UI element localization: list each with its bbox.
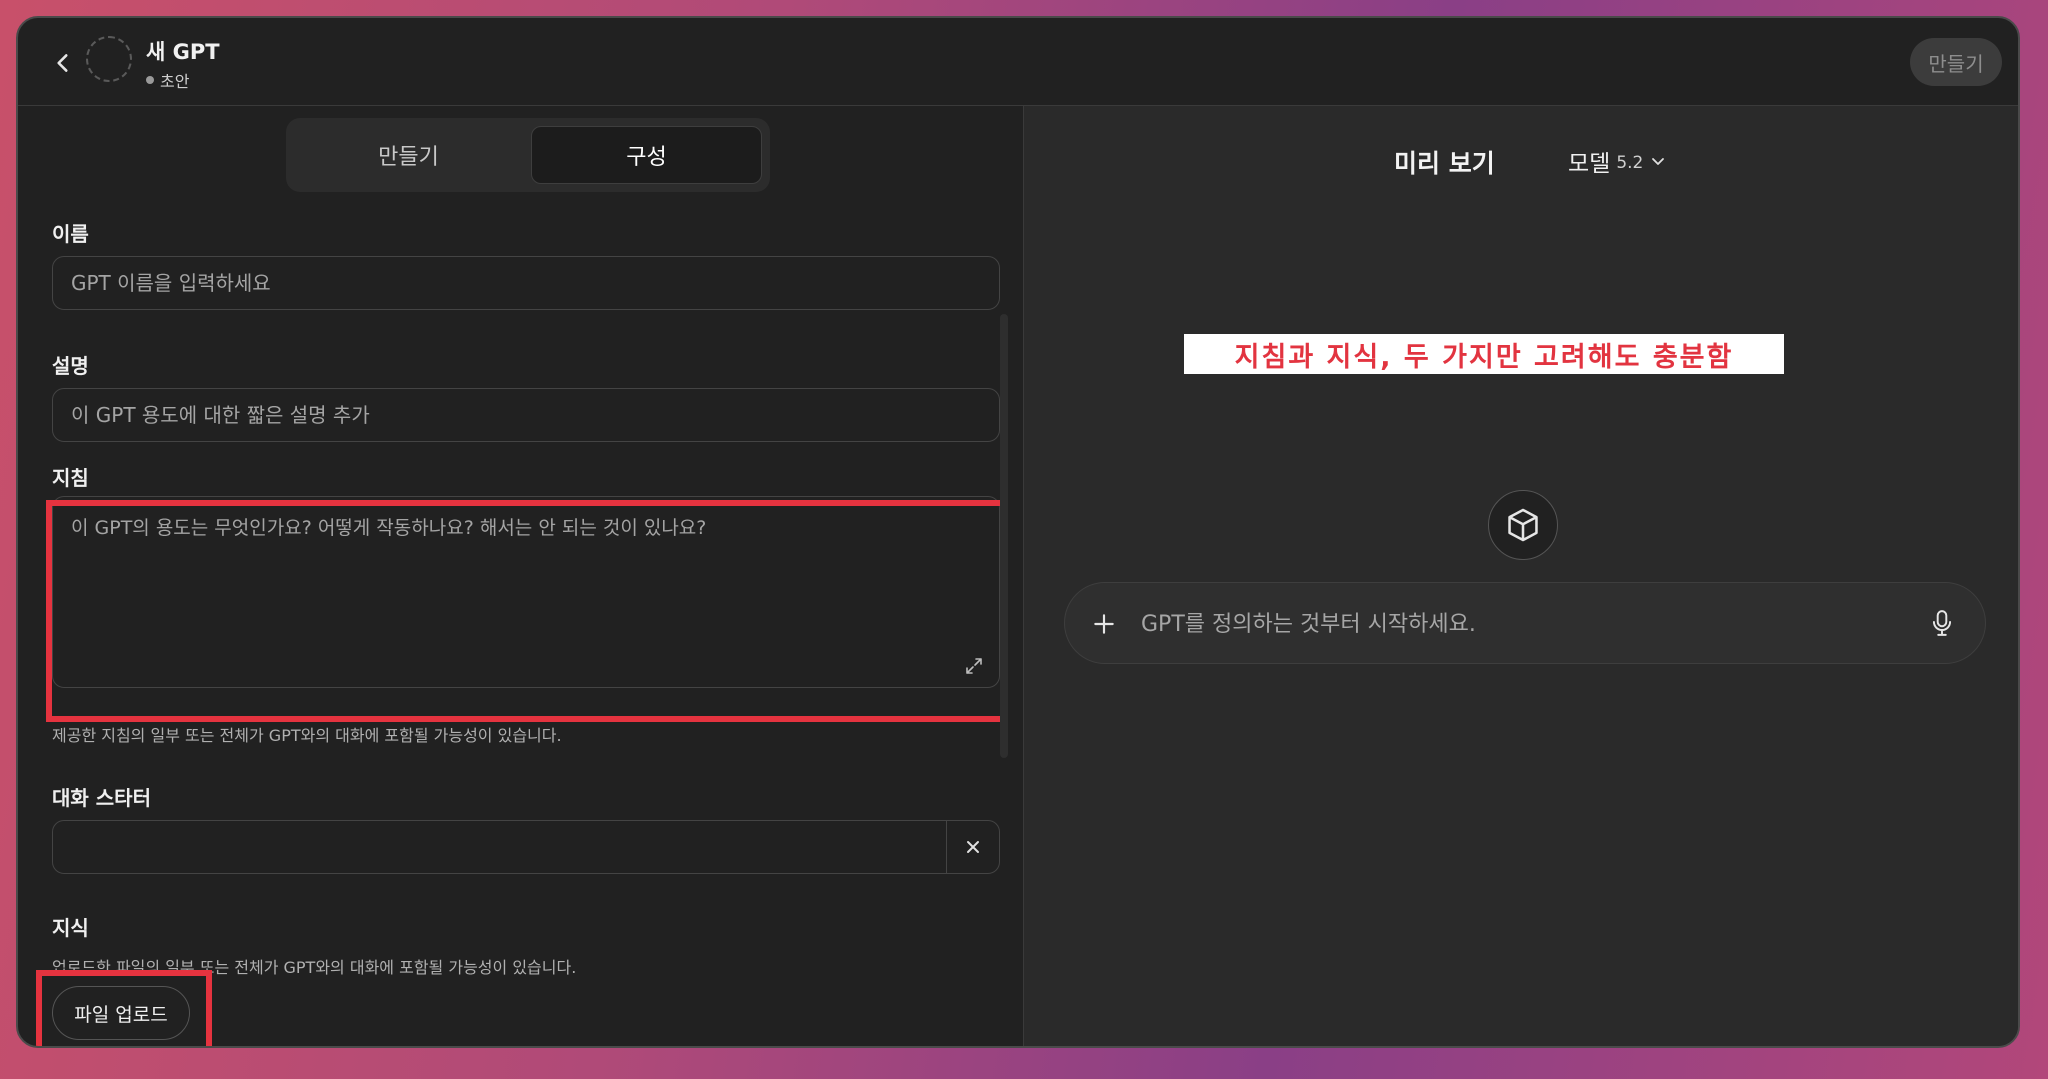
preview-title: 미리 보기 <box>1394 149 1495 178</box>
starters-label: 대화 스타터 <box>52 786 151 810</box>
name-input[interactable] <box>52 256 1000 310</box>
chevron-down-icon <box>1652 158 1665 165</box>
upload-file-button[interactable]: 파일 업로드 <box>52 986 190 1040</box>
chat-input[interactable] <box>1139 583 1923 665</box>
model-version: 5.2 <box>1616 152 1644 173</box>
chevron-left-icon[interactable] <box>50 50 76 76</box>
expand-icon[interactable] <box>964 656 984 676</box>
gpt-preview-avatar <box>1488 490 1558 560</box>
starter-input[interactable] <box>53 821 946 873</box>
instructions-textarea[interactable] <box>52 496 1000 688</box>
instructions-helper: 제공한 지침의 일부 또는 전체가 GPT와의 대화에 포함될 가능성이 있습니… <box>52 726 562 745</box>
description-label: 설명 <box>52 354 89 378</box>
knowledge-label: 지식 <box>52 916 89 940</box>
scrollbar[interactable] <box>1000 314 1008 758</box>
knowledge-helper: 업로드한 파일의 일부 또는 전체가 GPT와의 대화에 포함될 가능성이 있습… <box>52 958 577 977</box>
create-button[interactable]: 만들기 <box>1910 38 2002 86</box>
top-bar: 새 GPT 초안 만들기 <box>18 18 2018 106</box>
gpt-title: 새 GPT <box>146 40 220 64</box>
mode-tabs: 만들기 구성 <box>286 118 770 192</box>
description-input[interactable] <box>52 388 1000 442</box>
model-label: 모델 <box>1568 151 1611 177</box>
gpt-status: 초안 <box>146 68 189 92</box>
chat-composer <box>1064 582 1986 665</box>
status-text: 초안 <box>160 72 190 91</box>
starter-clear-button[interactable] <box>946 821 999 873</box>
tab-create[interactable]: 만들기 <box>294 126 523 184</box>
model-selector[interactable]: 모델 5.2 <box>1568 144 1667 178</box>
starter-field <box>52 820 1000 874</box>
name-label: 이름 <box>52 222 89 246</box>
gpt-avatar-placeholder[interactable] <box>86 36 132 82</box>
annotation-label: 지침과 지식, 두 가지만 고려해도 충분함 <box>1184 334 1784 374</box>
tab-configure[interactable]: 구성 <box>531 126 762 184</box>
plus-icon[interactable] <box>1091 611 1117 637</box>
instructions-label: 지침 <box>52 466 89 490</box>
close-icon <box>967 841 979 853</box>
cube-icon <box>1508 508 1538 542</box>
status-dot-icon <box>146 76 154 84</box>
app-window: 새 GPT 초안 만들기 만들기 구성 이름 설명 지침 제공한 지침의 일부 … <box>16 16 2020 1048</box>
preview-panel: 미리 보기 모델 5.2 지침과 지식, 두 가지만 고려해도 충분함 <box>1024 106 2018 1046</box>
config-panel: 만들기 구성 이름 설명 지침 제공한 지침의 일부 또는 전체가 GPT와의 … <box>18 106 1024 1046</box>
microphone-icon[interactable] <box>1929 609 1955 637</box>
